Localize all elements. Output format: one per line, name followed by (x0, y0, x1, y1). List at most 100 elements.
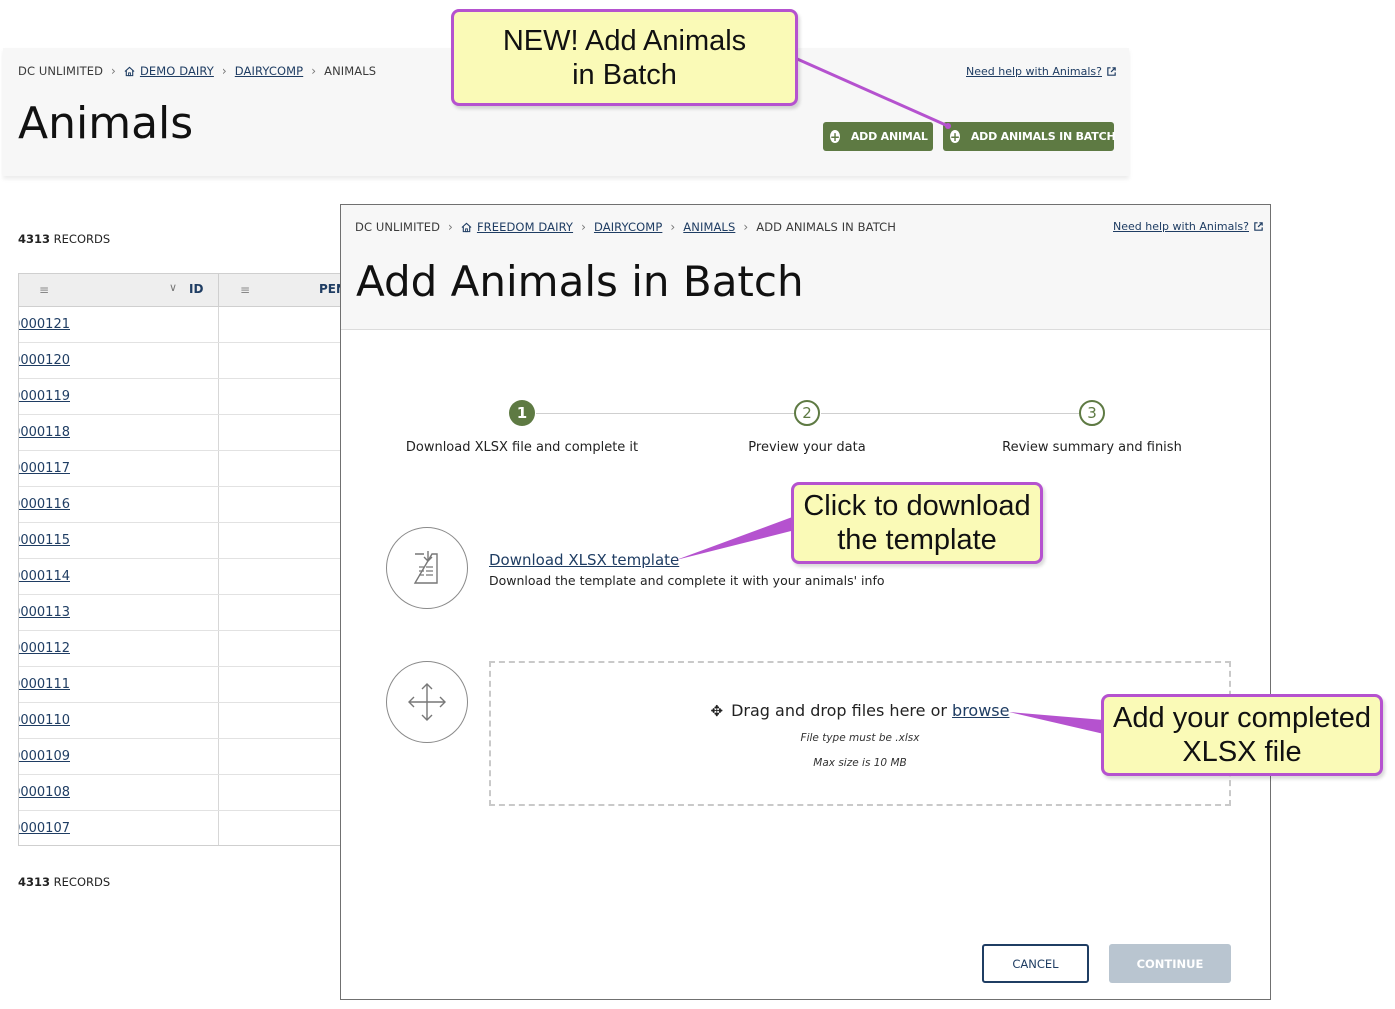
browse-link[interactable]: browse (952, 701, 1009, 720)
table-row: 2000000120 (19, 343, 348, 379)
download-template-link[interactable]: Download XLSX template (489, 551, 679, 569)
modal-title: Add Animals in Batch (356, 257, 804, 306)
animal-id-link[interactable]: 2000000115 (19, 533, 70, 548)
table-row: 2000000109 (19, 739, 348, 775)
download-description: Download the template and complete it wi… (489, 573, 885, 588)
breadcrumb: DC UNLIMITED › DEMO DAIRY › DAIRYCOMP › … (18, 64, 376, 78)
id-cell: 2000000116 (19, 487, 219, 522)
sort-chevron-icon[interactable]: ∨ (169, 281, 177, 294)
external-link-icon (1254, 222, 1263, 231)
step-3-circle: 3 (1079, 400, 1105, 426)
chevron-right-icon: › (111, 64, 116, 78)
animal-id-link[interactable]: 2000000112 (19, 641, 70, 656)
grid-header: ≡ ∨ ID ≡ PEN (19, 274, 348, 307)
table-row: 2000000111 (19, 667, 348, 703)
id-cell: 2000000118 (19, 415, 219, 450)
breadcrumb-system-link[interactable]: DAIRYCOMP (235, 64, 303, 78)
modal-help-link[interactable]: Need help with Animals? (1113, 220, 1264, 233)
id-cell: 2000000121 (19, 307, 219, 342)
breadcrumb-current: ANIMALS (324, 64, 377, 78)
cancel-button[interactable]: CANCEL (982, 944, 1089, 983)
add-batch-label: ADD ANIMALS IN BATCH (970, 130, 1116, 143)
home-icon (461, 222, 472, 233)
chevron-right-icon: › (311, 64, 317, 78)
callout-new-batch: NEW! Add Animals in Batch (451, 9, 798, 106)
add-animal-button[interactable]: + ADD ANIMAL (823, 122, 933, 151)
animal-id-link[interactable]: 2000000111 (19, 677, 70, 692)
animal-id-link[interactable]: 2000000118 (19, 425, 70, 440)
step-2-circle: 2 (794, 400, 820, 426)
breadcrumb-farm-link[interactable]: FREEDOM DAIRY (477, 220, 573, 234)
animal-id-link[interactable]: 2000000114 (19, 569, 70, 584)
animals-grid: ≡ ∨ ID ≡ PEN 2000000121 2000000120 2000000… (18, 273, 348, 846)
table-row: 2000000121 (19, 307, 348, 343)
stepper-connector (821, 413, 1079, 414)
breadcrumb-farm-link[interactable]: DEMO DAIRY (140, 64, 214, 78)
animal-id-link[interactable]: 2000000109 (19, 749, 70, 764)
animal-id-link[interactable]: 2000000121 (19, 317, 70, 332)
chevron-right-icon: › (581, 220, 586, 234)
external-link-icon (1107, 67, 1116, 76)
callout-upload-file: Add your completed XLSX file (1101, 694, 1383, 776)
column-menu-icon[interactable]: ≡ (240, 283, 250, 297)
step-1-circle: 1 (509, 400, 535, 426)
table-row: 2000000118 (19, 415, 348, 451)
table-row: 2000000108 (19, 775, 348, 811)
plus-circle-icon: + (950, 129, 960, 144)
add-animals-in-batch-button[interactable]: + ADD ANIMALS IN BATCH (943, 122, 1116, 151)
callout-download-template: Click to download the template (791, 482, 1043, 564)
plus-circle-icon: + (830, 129, 840, 144)
continue-button[interactable]: CONTINUE (1109, 944, 1231, 983)
id-cell: 2000000120 (19, 343, 219, 378)
help-link-label: Need help with Animals? (966, 65, 1102, 78)
id-cell: 2000000108 (19, 775, 219, 810)
home-icon (124, 66, 135, 77)
step-1-label: Download XLSX file and complete it (405, 440, 639, 455)
chevron-right-icon: › (221, 64, 227, 78)
records-count-bottom: 4313 RECORDS (18, 875, 111, 889)
table-row: 2000000114 (19, 559, 348, 595)
animal-id-link[interactable]: 2000000113 (19, 605, 70, 620)
animal-id-link[interactable]: 2000000110 (19, 713, 70, 728)
stepper-connector (536, 413, 794, 414)
chevron-right-icon: › (743, 220, 749, 234)
table-row: 2000000117 (19, 451, 348, 487)
add-animal-label: ADD ANIMAL (850, 130, 928, 143)
animal-id-link[interactable]: 2000000120 (19, 353, 70, 368)
id-cell: 2000000117 (19, 451, 219, 486)
animal-id-link[interactable]: 2000000116 (19, 497, 70, 512)
breadcrumb-org: DC UNLIMITED (18, 64, 104, 78)
chevron-right-icon: › (448, 220, 453, 234)
table-row: 2000000110 (19, 703, 348, 739)
chevron-right-icon: › (670, 220, 676, 234)
table-row: 2000000115 (19, 523, 348, 559)
step-2-label: Preview your data (748, 440, 866, 455)
breadcrumb-org: DC UNLIMITED (355, 220, 441, 234)
animal-id-link[interactable]: 2000000117 (19, 461, 70, 476)
table-row: 2000000112 (19, 631, 348, 667)
table-row: 2000000119 (19, 379, 348, 415)
file-download-icon (386, 527, 468, 609)
id-cell: 2000000107 (19, 811, 219, 845)
drag-move-icon: ✥ (710, 702, 724, 720)
id-cell: 2000000109 (19, 739, 219, 774)
id-cell: 2000000115 (19, 523, 219, 558)
breadcrumb-system-link[interactable]: DAIRYCOMP (594, 220, 662, 234)
records-count-top: 4313 RECORDS (18, 232, 111, 246)
breadcrumb-current: ADD ANIMALS IN BATCH (756, 220, 897, 234)
breadcrumb-animals-link[interactable]: ANIMALS (683, 220, 735, 234)
move-arrows-icon (386, 661, 468, 743)
column-header-id[interactable]: ID (189, 282, 203, 296)
table-row: 2000000107 (19, 811, 348, 845)
animal-id-link[interactable]: 2000000107 (19, 821, 70, 836)
add-animals-batch-modal: DC UNLIMITED › FREEDOM DAIRY › DAIRYCOMP… (340, 204, 1271, 1000)
page-title: Animals (18, 98, 194, 149)
modal-breadcrumb: DC UNLIMITED › FREEDOM DAIRY › DAIRYCOMP… (355, 220, 896, 234)
table-row: 2000000113 (19, 595, 348, 631)
id-cell: 2000000114 (19, 559, 219, 594)
column-menu-icon[interactable]: ≡ (39, 283, 49, 297)
animal-id-link[interactable]: 2000000108 (19, 785, 70, 800)
help-link[interactable]: Need help with Animals? (966, 65, 1117, 78)
id-cell: 2000000112 (19, 631, 219, 666)
animal-id-link[interactable]: 2000000119 (19, 389, 70, 404)
